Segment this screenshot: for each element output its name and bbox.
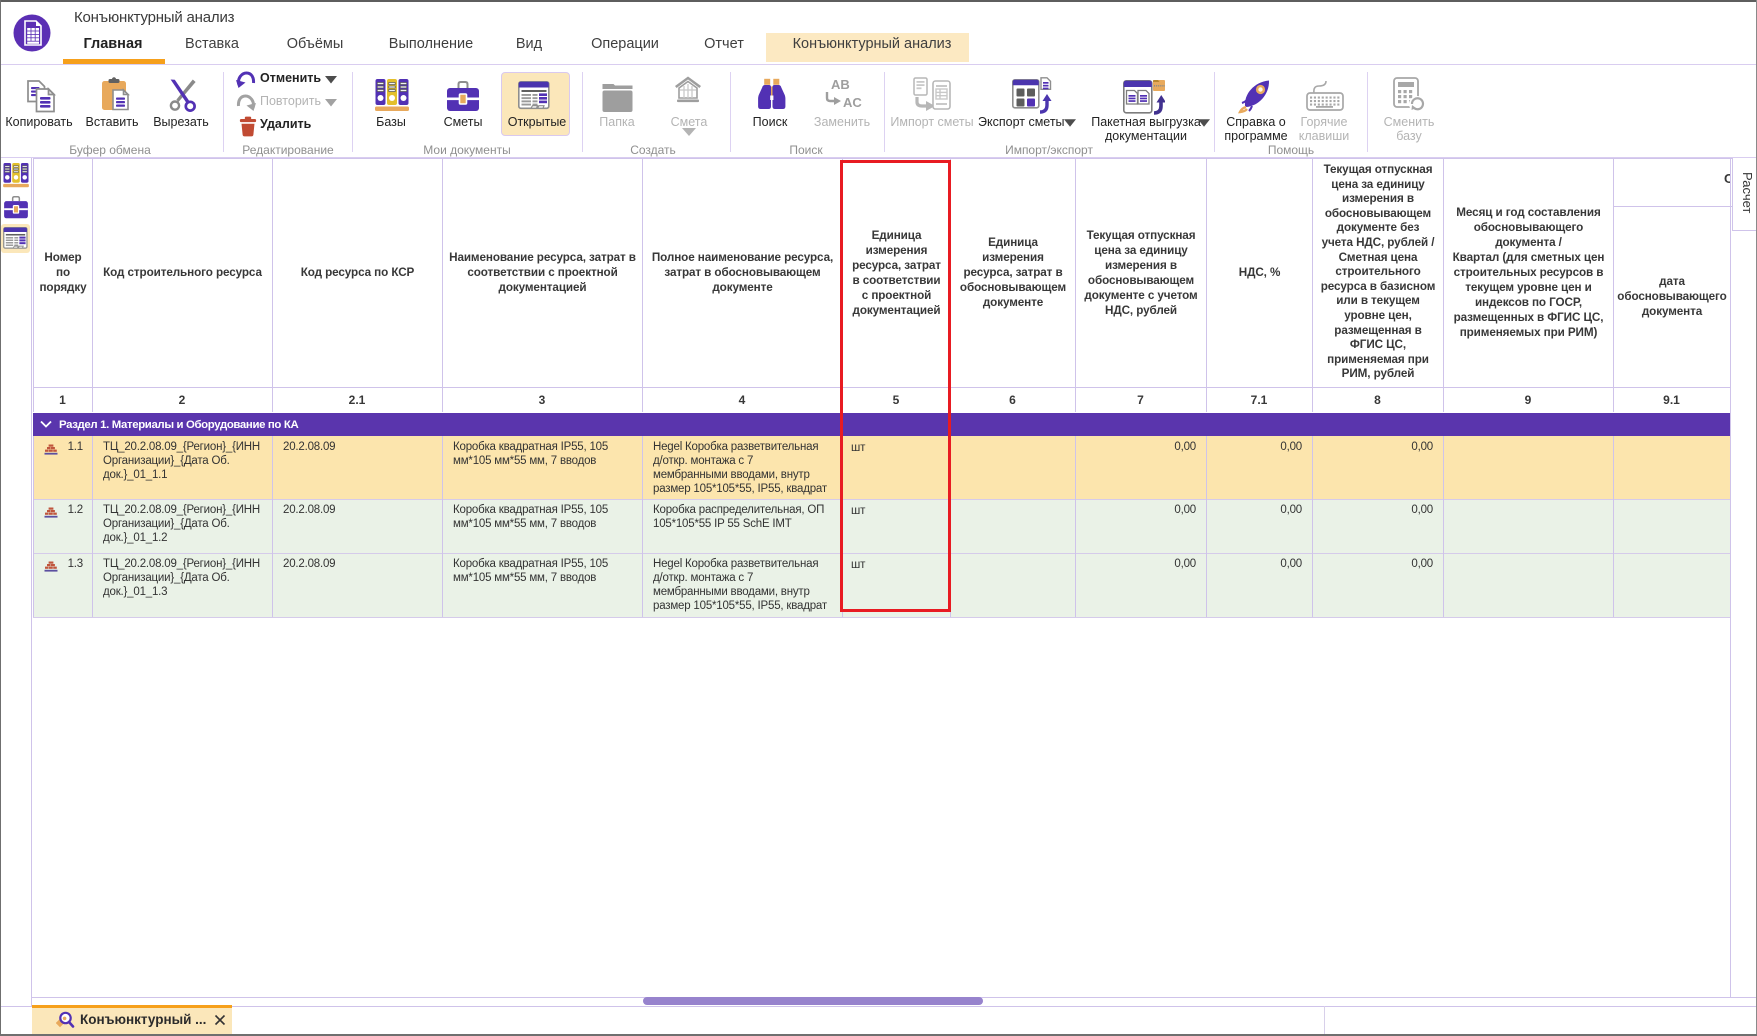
svg-text:AC: AC [843, 95, 862, 110]
svg-text:AB: AB [831, 78, 850, 92]
